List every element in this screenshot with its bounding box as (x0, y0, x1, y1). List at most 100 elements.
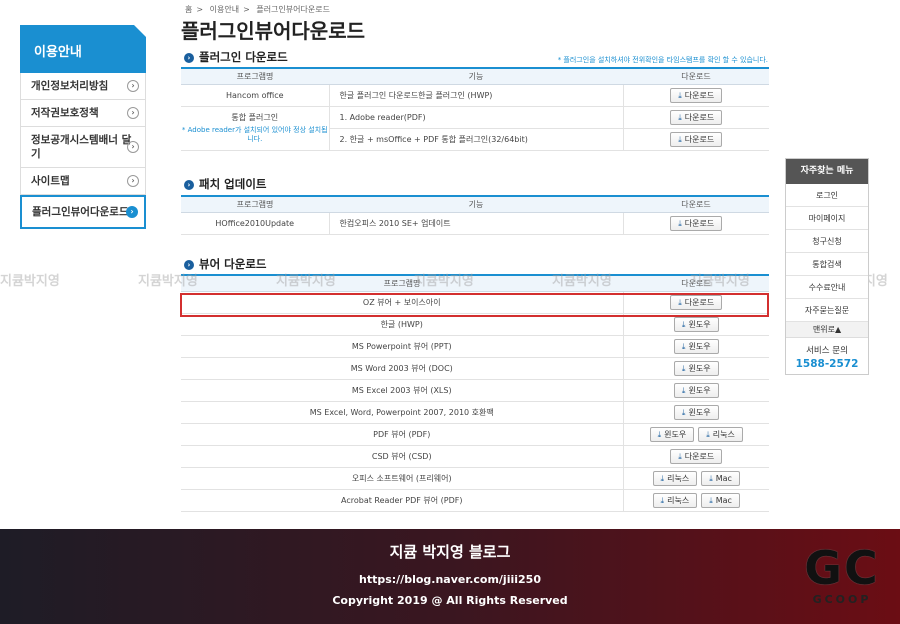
breadcrumb: 홈 > 이용안내 > 플러그인뷰어다운로드 (185, 5, 330, 14)
download-button[interactable]: ⤓ 윈도우 (673, 404, 719, 420)
download-button[interactable]: ⤓ 리눅스 (652, 492, 698, 508)
download-icon: ⤓ (681, 407, 686, 417)
chevron-right-icon: › (184, 180, 194, 190)
program-name: MS Excel, Word, Powerpoint 2007, 2010 호환… (181, 401, 624, 424)
program-name: OZ 뷰어 + 보이스아이 (181, 291, 624, 314)
program-name: 한글 (HWP) (181, 313, 624, 336)
blog-name: 지큠 박지영 블로그 (389, 543, 511, 561)
section-title-patch: › 패치 업데이트 (184, 176, 266, 192)
footer-banner: 지큠 박지영 블로그 https://blog.naver.com/jiii25… (0, 529, 900, 624)
section-title-plugin: › 플러그인 다운로드 (184, 49, 288, 65)
patch-table: 프로그램명 기능 다운로드 HOffice2010Update 한컴오피스 20… (181, 195, 769, 235)
watermark: 지큠박지영 (276, 274, 336, 289)
table-row: PDF 뷰어 (PDF) ⤓ 윈도우 ⤓ 리눅스 (181, 423, 769, 446)
program-function: 1. Adobe reader(PDF) (329, 106, 624, 129)
service-contact: 서비스 문의 1588-2572 (786, 338, 868, 374)
program-name: MS Word 2003 뷰어 (DOC) (181, 357, 624, 380)
sidebar-item-privacy[interactable]: 개인정보처리방침 › (20, 73, 146, 100)
service-number: 1588-2572 (795, 358, 859, 370)
program-name: Hancom office (181, 84, 330, 107)
program-function: 2. 한글 + msOffice + PDF 통합 플러그인(32/64bit) (329, 128, 624, 151)
download-button[interactable]: ⤓ 윈도우 (673, 360, 719, 376)
scroll-top-button[interactable]: 맨위로▲ (786, 322, 868, 338)
column-header: 기능 (329, 67, 623, 85)
breadcrumb-home[interactable]: 홈 (185, 5, 192, 14)
table-row: MS Excel 2003 뷰어 (XLS) ⤓ 윈도우 (181, 379, 769, 402)
download-button[interactable]: ⤓ 윈도우 (673, 382, 719, 398)
column-header: 프로그램명 (181, 195, 329, 213)
download-button[interactable]: ⤓ 윈도우 (649, 426, 695, 442)
download-icon: ⤓ (678, 90, 682, 100)
gcoop-logo: GC GCOOP (794, 543, 890, 619)
quick-menu: 자주찾는 메뉴 로그인 마이페이지 청구신청 통합검색 수수료안내 자주묻는질문… (785, 158, 869, 375)
download-button[interactable]: ⤓ 윈도우 (673, 338, 719, 354)
sidebar-item-copyright[interactable]: 저작권보호정책 › (20, 100, 146, 127)
download-icon: ⤓ (657, 429, 662, 439)
quick-menu-fee[interactable]: 수수료안내 (786, 276, 868, 299)
sidebar-item-label: 플러그인뷰어다운로드 (32, 206, 129, 218)
download-button[interactable]: ⤓ 다운로드 (670, 87, 723, 103)
quick-menu-faq[interactable]: 자주묻는질문 (786, 299, 868, 322)
program-name: HOffice2010Update (181, 212, 330, 235)
download-icon: ⤓ (678, 218, 682, 228)
breadcrumb-guide[interactable]: 이용안내 (210, 5, 239, 14)
table-row: MS Excel, Word, Powerpoint 2007, 2010 호환… (181, 401, 769, 424)
chevron-right-icon: › (127, 175, 139, 187)
download-icon: ⤓ (678, 112, 682, 122)
sidebar-item-sitemap[interactable]: 사이트맵 › (20, 168, 146, 195)
column-header: 다운로드 (623, 195, 769, 213)
chevron-right-icon: › (184, 53, 194, 63)
table-row: MS Word 2003 뷰어 (DOC) ⤓ 윈도우 (181, 357, 769, 380)
sidebar-item-banner[interactable]: 정보공개시스템배너 달기 › (20, 127, 146, 168)
download-button[interactable]: ⤓ 윈도우 (673, 316, 719, 332)
program-name: CSD 뷰어 (CSD) (181, 445, 624, 468)
download-icon: ⤓ (706, 429, 710, 439)
download-icon: ⤓ (660, 495, 665, 505)
chevron-right-icon: › (126, 206, 138, 218)
download-button[interactable]: ⤓ 다운로드 (670, 131, 723, 147)
plugin-note: * 플러그인을 설치하셔야 전위확인을 타임스탬프를 확인 할 수 있습니다. (557, 56, 768, 64)
download-button[interactable]: ⤓ Mac (701, 470, 740, 486)
program-name: Acrobat Reader PDF 뷰어 (PDF) (181, 489, 624, 512)
download-button[interactable]: ⤓ 다운로드 (670, 294, 723, 310)
program-function: 한컴오피스 2010 SE+ 업데이트 (329, 212, 624, 235)
quick-menu-request[interactable]: 청구신청 (786, 230, 868, 253)
program-name: MS Excel 2003 뷰어 (XLS) (181, 379, 624, 402)
program-function: 한글 플러그인 다운로드한글 플러그인 (HWP) (329, 84, 624, 107)
program-name: 통합 플러그인 (231, 113, 279, 122)
watermark: 지큠박지영 (552, 274, 612, 289)
chevron-right-icon: › (127, 141, 139, 153)
table-row: MS Powerpoint 뷰어 (PPT) ⤓ 윈도우 (181, 335, 769, 358)
download-button[interactable]: ⤓ 리눅스 (652, 470, 698, 486)
quick-menu-login[interactable]: 로그인 (786, 184, 868, 207)
download-icon: ⤓ (681, 319, 686, 329)
column-header: 다운로드 (623, 67, 769, 85)
download-icon: ⤓ (681, 341, 686, 351)
table-row: 오피스 소프트웨어 (프리웨어) ⤓ 리눅스 ⤓ Mac (181, 467, 769, 490)
table-row: 통합 플러그인 * Adobe reader가 설치되어 있어야 정상 설치됩니… (181, 106, 769, 151)
install-note: * Adobe reader가 설치되어 있어야 정상 설치됩니다. (181, 126, 328, 143)
chevron-right-icon: › (127, 107, 139, 119)
page-title: 플러그인뷰어다운로드 (181, 19, 365, 43)
download-icon: ⤓ (678, 451, 682, 461)
download-icon: ⤓ (678, 134, 682, 144)
table-row: Hancom office 한글 플러그인 다운로드한글 플러그인 (HWP) … (181, 84, 769, 107)
watermark: 지큠박지영 (138, 274, 198, 289)
table-row: 한글 (HWP) ⤓ 윈도우 (181, 313, 769, 336)
download-icon: ⤓ (678, 297, 682, 307)
sidebar-item-plugin-viewer[interactable]: 플러그인뷰어다운로드 › (20, 195, 146, 229)
table-row: Acrobat Reader PDF 뷰어 (PDF) ⤓ 리눅스 ⤓ Mac (181, 489, 769, 512)
quick-menu-search[interactable]: 통합검색 (786, 253, 868, 276)
quick-menu-mypage[interactable]: 마이페이지 (786, 207, 868, 230)
download-button[interactable]: ⤓ 다운로드 (670, 215, 723, 231)
sidebar-item-label: 개인정보처리방침 (31, 80, 109, 92)
download-button[interactable]: ⤓ Mac (701, 492, 740, 508)
download-button[interactable]: ⤓ 리눅스 (698, 426, 743, 442)
download-icon: ⤓ (709, 473, 713, 483)
logo-letters: GC (804, 541, 880, 595)
table-row: HOffice2010Update 한컴오피스 2010 SE+ 업데이트 ⤓ 다… (181, 212, 769, 235)
download-button[interactable]: ⤓ 다운로드 (670, 109, 723, 125)
plugin-table: 프로그램명 기능 다운로드 Hancom office 한글 플러그인 다운로드… (181, 67, 769, 151)
download-button[interactable]: ⤓ 다운로드 (670, 448, 723, 464)
table-row: OZ 뷰어 + 보이스아이 ⤓ 다운로드 (181, 291, 769, 314)
